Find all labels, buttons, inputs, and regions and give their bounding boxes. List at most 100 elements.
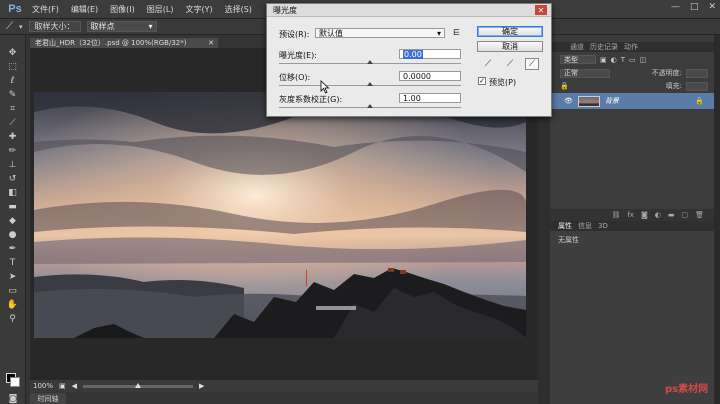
- filter-smart-icon[interactable]: ◫: [640, 56, 647, 64]
- gamma-input[interactable]: 1.00: [399, 93, 461, 103]
- gamma-slider-thumb[interactable]: [367, 104, 373, 108]
- close-icon[interactable]: ✕: [535, 5, 547, 15]
- layer-kind-select[interactable]: 类型: [560, 55, 596, 64]
- menu-file[interactable]: 文件(F): [26, 4, 65, 15]
- new-layer-icon[interactable]: ▢: [681, 211, 688, 219]
- chevron-down-icon[interactable]: ▾: [19, 23, 23, 31]
- blur-tool-icon[interactable]: ◆: [5, 215, 21, 227]
- maximize-button[interactable]: □: [690, 2, 699, 12]
- status-info-icon[interactable]: ▣: [59, 382, 66, 390]
- menu-select[interactable]: 选择(S): [219, 4, 258, 15]
- menu-edit[interactable]: 编辑(E): [65, 4, 104, 15]
- exposure-input[interactable]: 0.00: [399, 49, 461, 59]
- crop-tool-icon[interactable]: ⌗: [5, 103, 21, 115]
- dialog-title: 曝光度: [273, 5, 297, 15]
- chevron-down-icon: ▾: [436, 28, 441, 38]
- mask-icon[interactable]: ◙: [641, 211, 648, 219]
- sample-size-select[interactable]: 取样点 ▾: [86, 21, 157, 32]
- menu-image[interactable]: 图像(I): [104, 4, 141, 15]
- tab-history[interactable]: 历史记录: [590, 42, 618, 52]
- ps-logo: Ps: [8, 3, 22, 15]
- exposure-label: 曝光度(E):: [279, 51, 317, 60]
- fx-icon[interactable]: fx: [627, 211, 634, 219]
- exposure-slider-thumb[interactable]: [367, 60, 373, 64]
- lasso-tool-icon[interactable]: ℓ: [5, 75, 21, 87]
- healing-brush-icon[interactable]: ✚: [5, 131, 21, 143]
- document-tab[interactable]: 老君山_HDR（32位）.psd @ 100%(RGB/32*) ✕: [30, 38, 218, 48]
- exposure-value: 0.00: [403, 49, 423, 59]
- path-select-tool-icon[interactable]: ➤: [5, 271, 21, 283]
- history-brush-icon[interactable]: ↺: [5, 173, 21, 185]
- offset-input[interactable]: 0.0000: [399, 71, 461, 81]
- background-color-swatch[interactable]: [10, 377, 20, 387]
- scroll-left-icon[interactable]: ◀: [72, 382, 77, 390]
- zoom-level[interactable]: 100%: [33, 382, 53, 390]
- preset-select[interactable]: 默认值 ▾: [315, 28, 445, 38]
- ok-button[interactable]: 确定: [477, 26, 543, 37]
- dodge-tool-icon[interactable]: ●: [5, 229, 21, 241]
- menu-layer[interactable]: 图层(L): [141, 4, 180, 15]
- offset-slider-thumb[interactable]: [367, 82, 373, 86]
- trash-icon[interactable]: 🗑: [695, 211, 704, 219]
- layer-thumbnail: [577, 95, 600, 107]
- offset-value: 0.0000: [403, 71, 431, 81]
- status-bar: 100% ▣ ◀ ▶: [30, 380, 538, 392]
- stamp-tool-icon[interactable]: ⊥: [5, 159, 21, 171]
- filter-pixel-icon[interactable]: ▣: [600, 56, 607, 64]
- type-tool-icon[interactable]: T: [5, 257, 21, 269]
- move-tool-icon[interactable]: ✥: [5, 47, 21, 59]
- gradient-tool-icon[interactable]: ▬: [5, 201, 21, 213]
- canvas-image[interactable]: [34, 92, 526, 338]
- tools-panel: ✥ ⬚ ℓ ✎ ⌗ ⟋ ✚ ✏ ⊥ ↺ ◧ ▬ ◆ ● ✒ T ➤ ▭ ✋ ⚲ …: [0, 35, 26, 404]
- cancel-button[interactable]: 取消: [477, 41, 543, 52]
- filter-adjust-icon[interactable]: ◐: [611, 56, 617, 64]
- adjustment-icon[interactable]: ◐: [655, 211, 661, 219]
- panel-scrollbar[interactable]: [714, 35, 720, 404]
- timeline-tab[interactable]: 时间轴: [30, 393, 66, 404]
- white-eyedropper-icon[interactable]: ⟋: [525, 58, 539, 70]
- eraser-tool-icon[interactable]: ◧: [5, 187, 21, 199]
- link-layers-icon[interactable]: ⛓: [611, 211, 620, 219]
- eyedropper-tool-icon[interactable]: ⟋: [6, 21, 13, 32]
- group-folder-icon[interactable]: ▬: [668, 211, 675, 219]
- tab-properties[interactable]: 属性: [558, 221, 572, 231]
- brush-tool-icon[interactable]: ✏: [5, 145, 21, 157]
- shape-tool-icon[interactable]: ▭: [5, 285, 21, 297]
- fill-field[interactable]: [686, 81, 708, 91]
- preset-options-icon[interactable]: ⋿: [453, 28, 460, 37]
- zoom-tool-icon[interactable]: ⚲: [5, 313, 21, 325]
- minimize-button[interactable]: —: [671, 2, 680, 12]
- tab-actions[interactable]: 动作: [624, 42, 638, 52]
- eyedropper-tool-icon[interactable]: ⟋: [5, 117, 21, 129]
- close-button[interactable]: ✕: [708, 2, 716, 12]
- hand-tool-icon[interactable]: ✋: [5, 299, 21, 311]
- preview-checkbox[interactable]: ✓: [478, 77, 486, 85]
- horizontal-scrollbar[interactable]: [83, 382, 194, 388]
- scrollbar-thumb[interactable]: [135, 382, 142, 388]
- tab-channels[interactable]: 通道: [570, 42, 584, 52]
- tab-info[interactable]: 信息: [578, 221, 592, 231]
- gamma-value: 1.00: [403, 93, 421, 103]
- lock-label: 🔒: [560, 82, 569, 90]
- close-icon[interactable]: ✕: [208, 39, 214, 47]
- no-properties-text: 无属性: [558, 236, 579, 244]
- scroll-right-icon[interactable]: ▶: [199, 382, 204, 390]
- tab-3d[interactable]: 3D: [598, 222, 608, 230]
- blend-mode-select[interactable]: 正常: [560, 68, 610, 78]
- gray-eyedropper-icon[interactable]: ⟋: [503, 58, 517, 70]
- filter-type-icon[interactable]: T: [621, 56, 625, 64]
- sample-size-value: 取样点: [90, 22, 115, 31]
- pen-tool-icon[interactable]: ✒: [5, 243, 21, 255]
- filter-shape-icon[interactable]: ▭: [629, 56, 636, 64]
- quick-mask-icon[interactable]: ◙: [5, 393, 21, 404]
- opacity-field[interactable]: [686, 68, 708, 78]
- black-eyedropper-icon[interactable]: ⟋: [481, 58, 495, 70]
- visibility-eye-icon[interactable]: 👁: [564, 97, 573, 105]
- dialog-title-bar[interactable]: 曝光度 ✕: [267, 4, 551, 17]
- layer-row-background[interactable]: 👁 背景 🔒: [550, 93, 714, 109]
- menu-type[interactable]: 文字(Y): [179, 4, 218, 15]
- layer-name[interactable]: 背景: [605, 96, 619, 106]
- offset-label: 位移(O):: [279, 73, 311, 82]
- marquee-tool-icon[interactable]: ⬚: [5, 61, 21, 73]
- quick-select-tool-icon[interactable]: ✎: [5, 89, 21, 101]
